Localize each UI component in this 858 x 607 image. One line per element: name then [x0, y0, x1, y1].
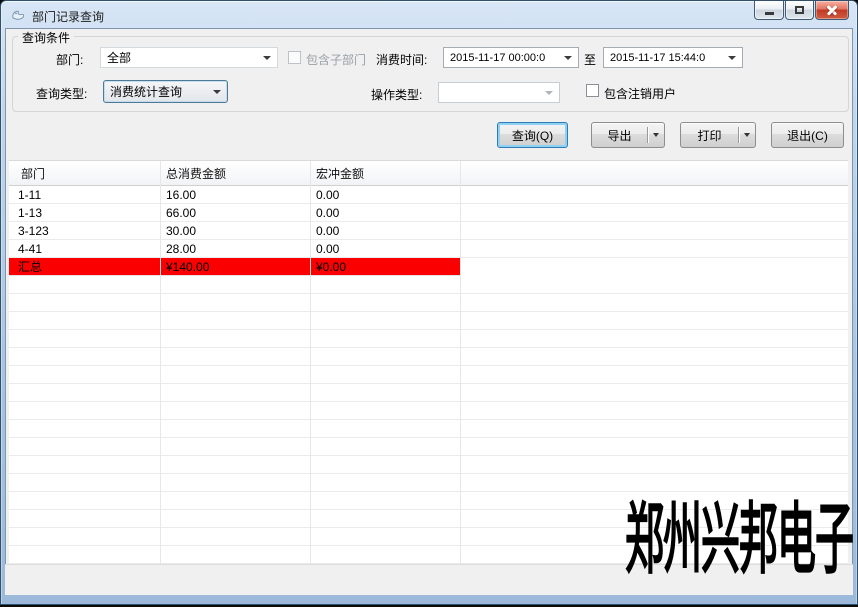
to-label: 至 [584, 51, 596, 68]
time-to-select[interactable]: 2015-11-17 15:44:0 [603, 47, 743, 68]
query-type-select[interactable]: 消费统计查询 [103, 80, 228, 103]
department-select[interactable]: 全部 [100, 47, 278, 68]
column-header-total[interactable]: 总消费金额 [160, 165, 310, 182]
time-to-value: 2015-11-17 15:44:0 [610, 52, 705, 64]
cell-total: 66.00 [160, 206, 310, 220]
maximize-icon [795, 6, 804, 14]
close-button[interactable] [815, 1, 849, 20]
caption-buttons [753, 1, 849, 20]
table-header: 部门 总消费金额 宏冲金额 [9, 161, 848, 186]
table-row[interactable]: 4-41 28.00 0.00 [9, 240, 848, 258]
print-dropdown[interactable] [739, 133, 755, 137]
cell-offset: 0.00 [310, 206, 460, 220]
query-button[interactable]: 查询(Q) [497, 122, 568, 148]
app-icon [10, 6, 27, 23]
cell-total: ¥140.00 [160, 260, 310, 274]
cell-department: 1-11 [9, 188, 160, 202]
department-value: 全部 [107, 49, 131, 66]
column-header-department[interactable]: 部门 [9, 165, 160, 182]
title-bar[interactable]: 部门记录查询 [1, 1, 857, 28]
time-from-value: 2015-11-17 00:00:0 [450, 52, 545, 64]
minimize-icon [765, 12, 774, 15]
department-label: 部门: [56, 51, 83, 68]
op-type-label: 操作类型: [371, 86, 422, 103]
table-row[interactable]: 1-13 66.00 0.00 [9, 204, 848, 222]
cell-department: 3-123 [9, 224, 160, 238]
minimize-button[interactable] [754, 1, 784, 20]
cell-offset: ¥0.00 [310, 260, 460, 274]
cell-total: 30.00 [160, 224, 310, 238]
print-button[interactable]: 打印 [680, 122, 756, 148]
chevron-down-icon [653, 133, 659, 137]
chevron-down-icon [728, 56, 736, 60]
include-subdept-checkbox [288, 51, 301, 64]
include-cancelled-checkbox[interactable] [586, 84, 599, 97]
export-button-label: 导出 [592, 127, 647, 144]
query-button-label: 查询(Q) [512, 127, 553, 144]
table-row[interactable]: 1-11 16.00 0.00 [9, 186, 848, 204]
cell-department: 汇总 [9, 258, 160, 275]
chevron-down-icon [545, 91, 553, 95]
table-row[interactable]: 3-123 30.00 0.00 [9, 222, 848, 240]
export-button[interactable]: 导出 [591, 122, 665, 148]
export-dropdown[interactable] [648, 133, 664, 137]
close-icon [826, 4, 838, 16]
query-type-value: 消费统计查询 [110, 83, 182, 100]
include-subdept-label: 包含子部门 [306, 51, 366, 68]
chevron-down-icon [564, 56, 572, 60]
chevron-down-icon [213, 90, 221, 94]
chevron-down-icon [263, 56, 271, 60]
consume-time-label: 消费时间: [376, 51, 427, 68]
window-title: 部门记录查询 [32, 8, 104, 25]
chevron-down-icon [744, 133, 750, 137]
maximize-button[interactable] [785, 1, 814, 20]
exit-button[interactable]: 退出(C) [771, 122, 844, 148]
cell-department: 1-13 [9, 206, 160, 220]
cell-total: 28.00 [160, 242, 310, 256]
watermark-text: 郑州兴邦电子 [625, 498, 853, 581]
query-type-label: 查询类型: [36, 85, 87, 102]
table-grid-line [460, 161, 461, 564]
column-header-offset[interactable]: 宏冲金额 [310, 165, 460, 182]
print-button-label: 打印 [681, 127, 738, 144]
summary-row[interactable]: 汇总 ¥140.00 ¥0.00 [9, 258, 460, 276]
table-grid-line [160, 161, 161, 564]
op-type-select [438, 82, 560, 103]
include-cancelled-label: 包含注销用户 [604, 85, 676, 102]
cell-offset: 0.00 [310, 224, 460, 238]
exit-button-label: 退出(C) [787, 127, 828, 144]
cell-offset: 0.00 [310, 188, 460, 202]
cell-total: 16.00 [160, 188, 310, 202]
cell-offset: 0.00 [310, 242, 460, 256]
time-from-select[interactable]: 2015-11-17 00:00:0 [443, 47, 579, 68]
cell-department: 4-41 [9, 242, 160, 256]
groupbox-title: 查询条件 [18, 29, 74, 46]
table-grid-line [310, 161, 311, 564]
